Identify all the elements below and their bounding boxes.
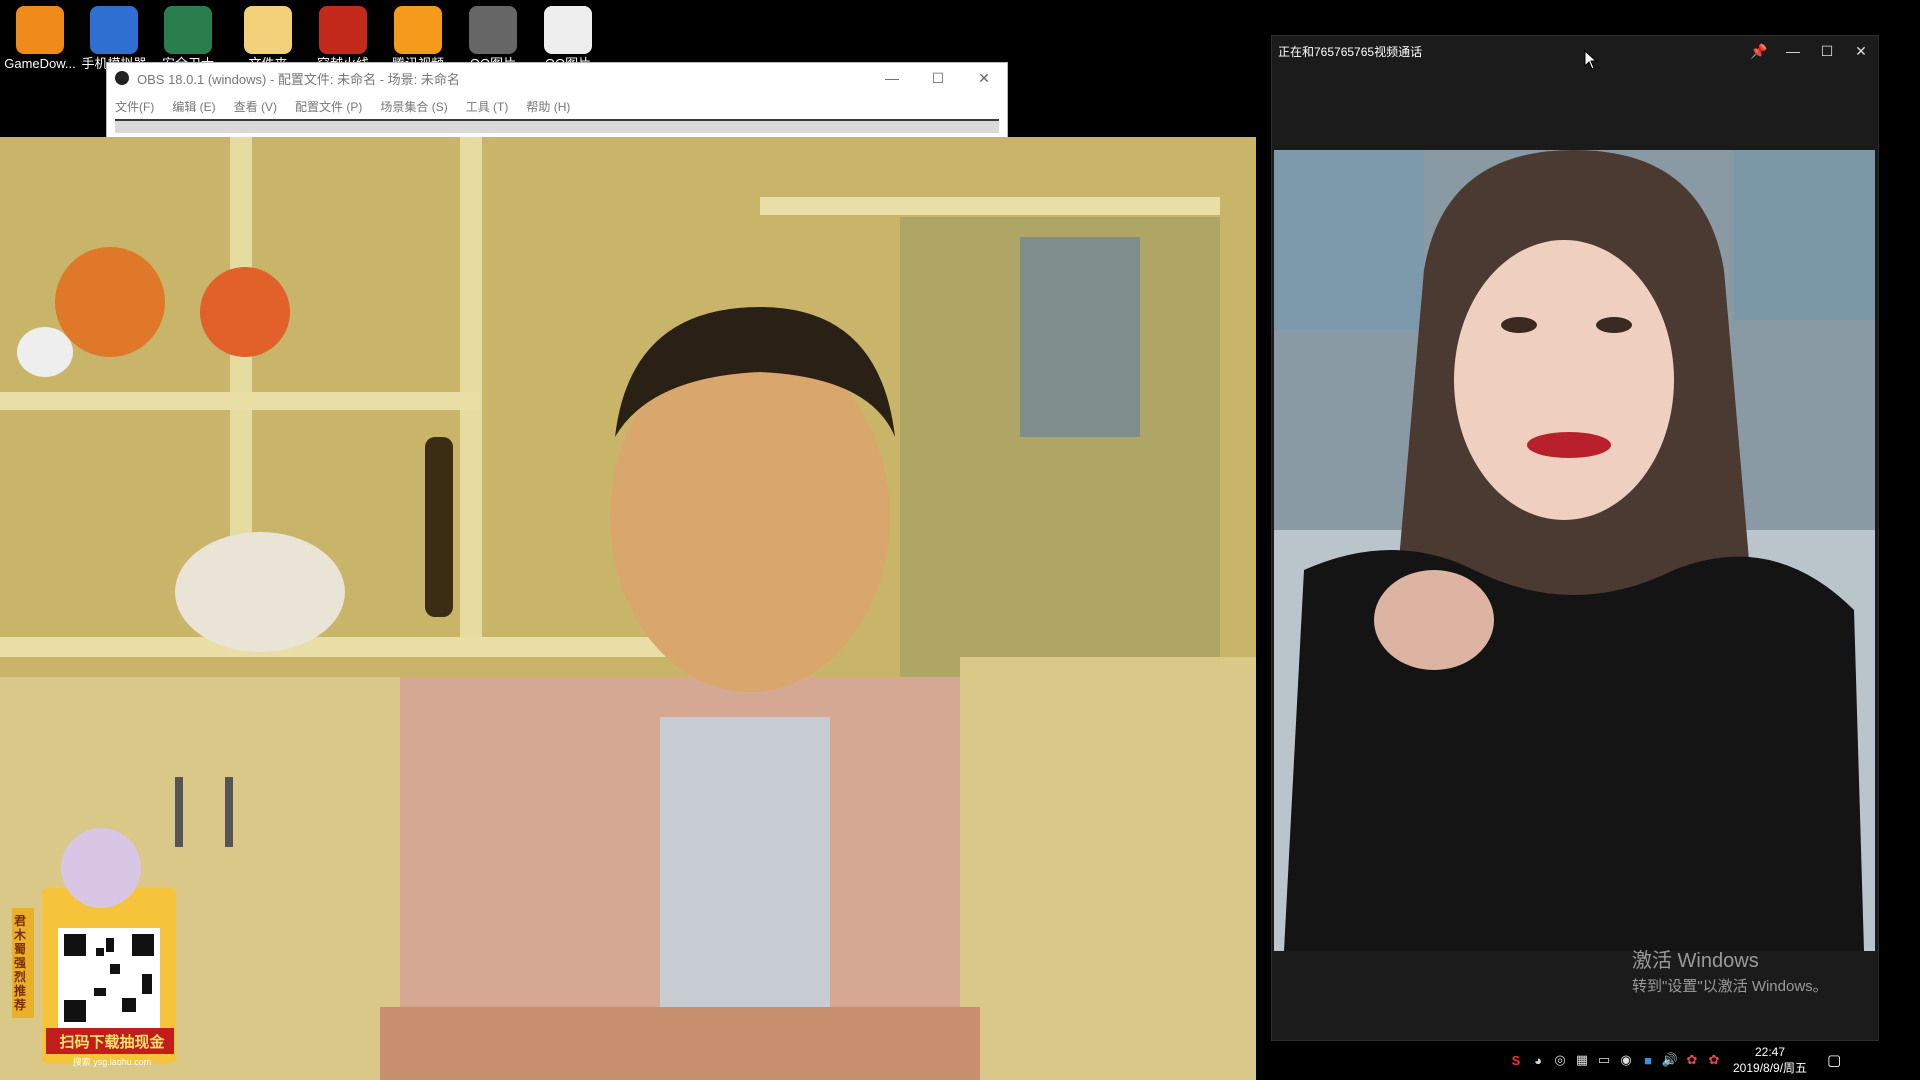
taskbar-clock[interactable]: 22:47 2019/8/9/周五 bbox=[1733, 1044, 1807, 1076]
obs-menubar: 文件(F) 编辑 (E) 查看 (V) 配置文件 (P) 场景集合 (S) 工具… bbox=[107, 93, 1007, 119]
qq-icon[interactable]: ◕ bbox=[1527, 1049, 1549, 1071]
menu-file[interactable]: 文件(F) bbox=[115, 98, 154, 115]
call-close-button[interactable]: ✕ bbox=[1844, 43, 1878, 60]
webcam-video-feed bbox=[0, 137, 1256, 1080]
menu-help[interactable]: 帮助 (H) bbox=[526, 98, 570, 115]
obs-app-icon bbox=[115, 71, 129, 85]
ad-side-text: 君木蜀强烈推荐 bbox=[14, 914, 27, 1012]
display-icon[interactable]: ▭ bbox=[1593, 1049, 1615, 1071]
call-minimize-button[interactable]: — bbox=[1776, 43, 1810, 59]
menu-view[interactable]: 查看 (V) bbox=[234, 98, 277, 115]
desktop-icon[interactable]: QQ图片 bbox=[455, 4, 531, 71]
notification-icon[interactable]: ▢ bbox=[1823, 1051, 1845, 1069]
ad-site-text: 搜索 ysg.laohu.com bbox=[72, 1057, 152, 1067]
mouse-cursor-icon bbox=[1584, 50, 1598, 70]
pin-icon[interactable]: 📌 bbox=[1742, 43, 1776, 60]
browser-icon[interactable]: ◎ bbox=[1549, 1049, 1571, 1071]
clock-time: 22:47 bbox=[1755, 1045, 1786, 1059]
video-call-window[interactable]: 正在和765765765视频通话 📌 — ☐ ✕ bbox=[1271, 35, 1879, 1041]
desktop-icon[interactable]: 文件夹 bbox=[230, 4, 306, 71]
desktop-icon[interactable]: 穿越火线 bbox=[305, 4, 381, 71]
image-file-icon bbox=[544, 6, 592, 54]
remote-video-image bbox=[1274, 150, 1875, 951]
folder-icon bbox=[244, 6, 292, 54]
desktop-icon[interactable]: GameDow... bbox=[2, 4, 78, 71]
desktop-icon[interactable]: 手机模拟器 bbox=[76, 4, 152, 71]
tray-app-icon-1[interactable]: ✿ bbox=[1681, 1049, 1703, 1071]
security-shield-icon bbox=[164, 6, 212, 54]
obs-title: OBS 18.0.1 (windows) - 配置文件: 未命名 - 场景: 未… bbox=[137, 71, 460, 87]
qr-image-icon bbox=[469, 6, 517, 54]
menu-profile[interactable]: 配置文件 (P) bbox=[295, 98, 362, 115]
system-tray: S ◕ ◎ ▦ ▭ ◉ ■ 🔊 ✿ ✿ 22:47 2019/8/9/周五 ▢ bbox=[1505, 1040, 1920, 1080]
desktop-icon[interactable]: 安全卫士 bbox=[150, 4, 226, 71]
watermark-title: 激活 Windows bbox=[1632, 950, 1759, 972]
obs-maximize-button[interactable]: ☐ bbox=[915, 70, 961, 87]
crossfire-icon bbox=[319, 6, 367, 54]
desktop-icon[interactable]: QQ图片 bbox=[530, 4, 606, 71]
qr-ad-overlay[interactable]: 扫码下载抽现金 搜索 ysg.laohu.com 君木蜀强烈推荐 bbox=[6, 818, 186, 1074]
clock-date: 2019/8/9/周五 bbox=[1733, 1061, 1808, 1075]
call-maximize-button[interactable]: ☐ bbox=[1810, 43, 1844, 60]
desktop-icon[interactable]: 腾讯视频 bbox=[380, 4, 456, 71]
tray-app-icon-2[interactable]: ✿ bbox=[1703, 1049, 1725, 1071]
video-player-icon bbox=[394, 6, 442, 54]
obs-preview-strip bbox=[115, 119, 999, 133]
desktop-icon-label: GameDow... bbox=[4, 56, 76, 71]
menu-edit[interactable]: 编辑 (E) bbox=[172, 98, 215, 115]
obs-minimize-button[interactable]: — bbox=[869, 70, 915, 86]
obs-close-button[interactable]: ✕ bbox=[961, 70, 1007, 87]
call-titlebar[interactable]: 正在和765765765视频通话 📌 — ☐ ✕ bbox=[1272, 36, 1878, 66]
network-app-icon[interactable]: ▦ bbox=[1571, 1049, 1593, 1071]
phone-emulator-icon bbox=[90, 6, 138, 54]
watermark-subtitle: 转到"设置"以激活 Windows。 bbox=[1632, 978, 1828, 995]
webcam-scene-image bbox=[0, 137, 1256, 1080]
menu-tools[interactable]: 工具 (T) bbox=[466, 98, 509, 115]
obs-titlebar[interactable]: OBS 18.0.1 (windows) - 配置文件: 未命名 - 场景: 未… bbox=[107, 63, 1007, 93]
gamedownloader-icon bbox=[16, 6, 64, 54]
ad-banner-text: 扫码下载抽现金 bbox=[59, 1034, 165, 1051]
record-icon[interactable]: ◉ bbox=[1615, 1049, 1637, 1071]
obs-window[interactable]: OBS 18.0.1 (windows) - 配置文件: 未命名 - 场景: 未… bbox=[106, 62, 1008, 144]
remote-video-feed bbox=[1274, 150, 1875, 951]
activate-windows-watermark: 激活 Windows 转到"设置"以激活 Windows。 bbox=[1632, 944, 1828, 996]
app-blue-icon[interactable]: ■ bbox=[1637, 1049, 1659, 1071]
menu-scene-collection[interactable]: 场景集合 (S) bbox=[380, 98, 447, 115]
sogou-input-icon[interactable]: S bbox=[1505, 1049, 1527, 1071]
call-title: 正在和765765765视频通话 bbox=[1278, 44, 1423, 59]
volume-icon[interactable]: 🔊 bbox=[1659, 1049, 1681, 1071]
